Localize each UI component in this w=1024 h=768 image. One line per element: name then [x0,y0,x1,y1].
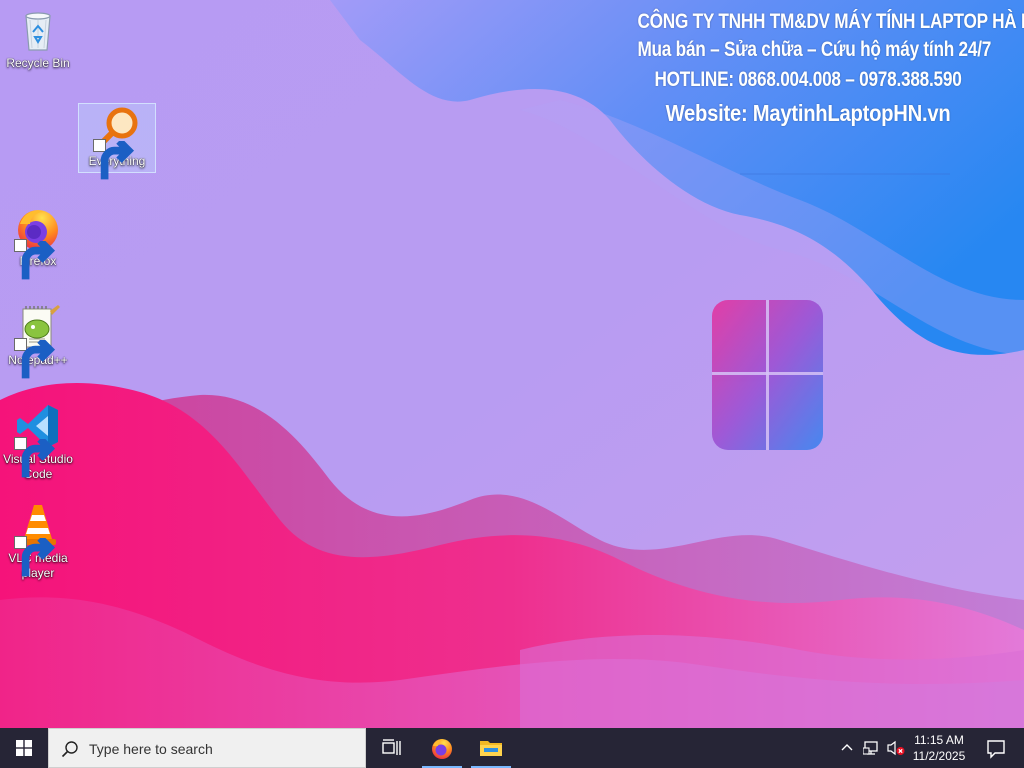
everything-search-icon [93,104,141,180]
desktop-icon-notepad-plus-plus[interactable]: Notepad++ [0,303,76,379]
vlc-icon [14,501,62,577]
desktop-icon-recycle-bin[interactable]: Recycle Bin [0,6,76,71]
desktop-icon-firefox[interactable]: Firefox [0,204,76,280]
shortcut-arrow-icon [93,139,135,180]
task-view-icon [382,739,401,755]
windows-logo-wallpaper [712,300,823,450]
shortcut-arrow-icon [14,239,56,280]
clock-time: 11:15 AM [914,733,964,747]
desktop-icon-vlc[interactable]: VLC media player [0,501,76,581]
shortcut-arrow-icon [14,338,56,379]
taskbar-clock[interactable]: 11:15 AM 11/2/2025 [906,728,972,768]
banner-services: Mua bán – Sửa chữa – Cứu hộ máy tính 24/… [637,38,992,61]
notification-icon [987,740,1005,759]
banner-hotline: HOTLINE: 0868.004.008 – 0978.388.590 [654,68,962,91]
recycle-bin-icon [14,6,62,54]
taskbar-file-explorer-button[interactable] [467,728,515,768]
shortcut-arrow-icon [14,437,56,478]
task-view-button[interactable] [368,728,416,768]
desktop-icon-vscode[interactable]: Visual Studio Code [0,402,76,482]
taskbar: Type here to search 11:15 AM 11/2/2025 [0,728,1024,768]
vscode-icon [14,402,62,478]
desktop[interactable]: CÔNG TY TNHH TM&DV MÁY TÍNH LAPTOP HÀ NỘ… [0,0,1024,728]
clock-date: 11/2/2025 [912,749,966,763]
notepad-plus-plus-icon [14,303,62,379]
taskbar-firefox-button[interactable] [418,728,466,768]
chevron-up-icon [841,744,853,751]
desktop-icon-label: Recycle Bin [6,56,70,70]
shortcut-arrow-icon [14,536,56,577]
network-icon [863,741,878,755]
volume-button[interactable] [884,728,906,768]
volume-muted-icon [887,740,905,756]
search-placeholder: Type here to search [89,741,213,757]
banner-company-name: CÔNG TY TNHH TM&DV MÁY TÍNH LAPTOP HÀ NỘ… [637,10,1024,33]
desktop-icon-everything[interactable]: Everything [78,103,156,180]
show-hidden-icons-button[interactable] [836,728,858,768]
taskbar-search-box[interactable]: Type here to search [48,728,366,768]
action-center-button[interactable] [976,728,1016,768]
network-status-button[interactable] [860,728,882,768]
company-banner: CÔNG TY TNHH TM&DV MÁY TÍNH LAPTOP HÀ NỘ… [600,8,1024,127]
banner-website: Website: MaytinhLaptopHN.vn [665,100,951,126]
firefox-icon [14,204,62,280]
search-icon [61,741,78,758]
windows-start-icon [16,740,32,756]
firefox-icon [432,739,452,759]
start-button[interactable] [0,728,48,768]
file-explorer-icon [480,741,502,756]
